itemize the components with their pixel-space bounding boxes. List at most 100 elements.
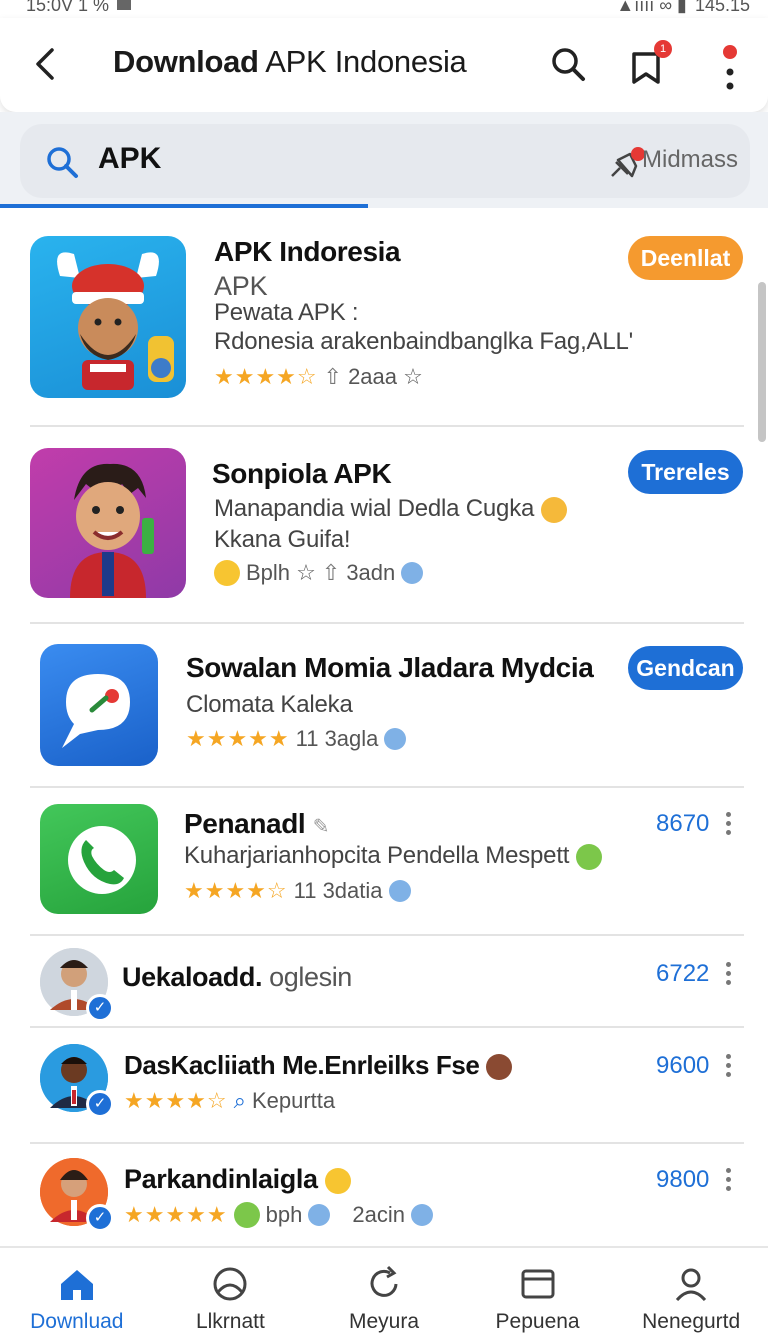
app-meta-left: Bplh ☆ xyxy=(246,560,316,585)
upload-icon: ⇧ xyxy=(321,560,341,585)
person-meta-left: bph xyxy=(265,1202,303,1227)
app-meta-right: 3adn xyxy=(346,560,396,585)
nav-item-profile[interactable]: Nenegurtd xyxy=(614,1248,768,1344)
nav-label: Downluad xyxy=(30,1310,124,1333)
download-button[interactable]: Deenllat xyxy=(628,236,743,280)
rating-stars: ★★★★☆ xyxy=(124,1088,228,1113)
bookmark-icon[interactable]: 1 xyxy=(626,40,672,88)
status-bar: 15:0V 1 % ▲ıııı ∞ ▮ 145.15 xyxy=(0,0,768,18)
emoji-icon xyxy=(486,1054,513,1081)
divider xyxy=(30,934,744,936)
user-icon xyxy=(388,880,411,902)
emoji-icon xyxy=(233,1202,260,1228)
back-arrow-icon[interactable] xyxy=(30,44,62,84)
install-button[interactable]: Trereles xyxy=(628,450,743,494)
search-icon[interactable] xyxy=(548,44,588,84)
app-card[interactable]: APK Indoresia APK Pewata APK : Rdonesia … xyxy=(0,226,768,426)
verified-badge-icon: ✓ xyxy=(86,1204,114,1232)
download-count: 9600 xyxy=(656,1052,710,1079)
search-hint: Midmass xyxy=(642,146,739,173)
phone-icon xyxy=(40,804,158,914)
list-item[interactable]: ✓ DasKacliiath Me.Enrleilks Fse ★★★★☆ ⌕ … xyxy=(0,1036,768,1140)
app-description: Kuharjarianhopcita Pendella Mespett xyxy=(184,842,602,870)
refresh-icon xyxy=(370,1265,398,1297)
app-name: APK Indoresia xyxy=(214,236,401,267)
app-developer: Pewata APK : xyxy=(214,299,359,326)
nav-item-updates[interactable]: Meyura xyxy=(307,1248,461,1344)
user-icon xyxy=(308,1204,331,1226)
emoji-icon: ✎ xyxy=(312,816,330,838)
search-input[interactable]: APK Midmass xyxy=(20,124,750,198)
divider xyxy=(30,425,744,427)
app-description-text: Kuharjarianhopcita Pendella Mespett xyxy=(184,842,570,869)
loading-progress-bar xyxy=(0,204,368,208)
app-name-text: Penanadl xyxy=(184,808,306,839)
app-card[interactable]: Sowalan Momia Jladara Mydcia Clomata Kal… xyxy=(0,636,768,786)
more-options-icon[interactable] xyxy=(724,962,732,986)
app-bar: Download APK Indonesia 1 xyxy=(0,18,768,112)
page-title-bold: Download xyxy=(113,44,259,79)
user-icon xyxy=(410,1204,433,1226)
boy-character-icon xyxy=(30,448,186,598)
chat-bubble-icon xyxy=(40,644,158,766)
status-time: 15:0V 1 % xyxy=(26,0,110,15)
nav-label: Llkrnatt xyxy=(195,1310,265,1333)
download-count: 6722 xyxy=(656,960,710,987)
more-options-icon[interactable] xyxy=(724,1054,732,1078)
emoji-icon xyxy=(324,1167,351,1194)
nav-label: Pepuena xyxy=(495,1310,580,1333)
viking-character-icon xyxy=(30,236,186,398)
status-right: 145.15 xyxy=(694,0,750,15)
person-icon xyxy=(676,1268,707,1302)
search-query: APK xyxy=(98,142,162,175)
search-small-icon: ⌕ xyxy=(233,1088,246,1113)
search-area: APK Midmass xyxy=(0,112,768,208)
person-meta-right: 2acin xyxy=(352,1202,405,1227)
avatar: ✓ xyxy=(40,1158,114,1232)
app-name: Sonpiola APK xyxy=(212,458,392,489)
notification-icon xyxy=(117,0,132,10)
rating-stars: ★★★★★ xyxy=(124,1202,228,1227)
person-rating-row: ★★★★★ bph 2acin xyxy=(124,1202,433,1228)
person-name: Uekaloadd. oglesin xyxy=(122,962,352,993)
app-meta: 11 3datia xyxy=(293,878,383,903)
app-name: Penanadl ✎ xyxy=(184,808,329,840)
rating-stars: ★★★★☆ xyxy=(184,878,288,903)
verified-badge-icon: ✓ xyxy=(86,994,114,1022)
list-item[interactable]: ✓ Parkandinlaigla ★★★★★ bph 2acin 9800 xyxy=(0,1152,768,1246)
more-options-icon[interactable] xyxy=(724,812,732,836)
divider xyxy=(30,786,744,788)
app-description-text: Manapandia wial Dedla Cugka xyxy=(214,495,535,522)
download-count: 8670 xyxy=(656,810,710,837)
divider xyxy=(30,1142,744,1144)
person-name: Parkandinlaigla xyxy=(124,1164,351,1195)
app-description: Clomata Kaleka xyxy=(186,691,353,718)
user-icon xyxy=(401,562,424,584)
page-title-rest: APK Indonesia xyxy=(258,44,467,79)
window-icon xyxy=(521,1269,555,1299)
nav-item-download[interactable]: Downluad xyxy=(0,1248,154,1344)
person-name: DasKacliiath Me.Enrleilks Fse xyxy=(124,1050,513,1081)
more-options-icon[interactable] xyxy=(724,1168,732,1192)
list-item[interactable]: ✓ Uekaloadd. oglesin 6722 xyxy=(0,944,768,1028)
nav-label: Meyura xyxy=(348,1310,419,1333)
user-icon xyxy=(384,728,407,750)
app-card[interactable]: Sonpiola APK Manapandia wial Dedla Cugka… xyxy=(0,440,768,620)
emoji-icon xyxy=(540,496,567,523)
emoji-icon xyxy=(575,843,602,870)
person-name-text: DasKacliiath Me.Enrleilks Fse xyxy=(124,1050,480,1080)
search-magnifier-icon xyxy=(47,147,78,178)
app-rating-row: ★★★★★ 11 3agla xyxy=(186,726,407,752)
download-count: 9800 xyxy=(656,1166,710,1193)
app-description: Manapandia wial Dedla Cugka xyxy=(214,495,567,523)
avatar: ✓ xyxy=(40,948,114,1022)
more-options-icon[interactable] xyxy=(716,44,744,94)
app-rating-row: ★★★★☆ 11 3datia xyxy=(184,878,411,904)
app-description: Rdonesia arakenbaindbanglka Fag,ALL' xyxy=(214,328,634,355)
nav-item-explore[interactable]: Llkrnatt xyxy=(154,1248,308,1344)
verified-badge-icon: ✓ xyxy=(86,1090,114,1118)
app-card[interactable]: Penanadl ✎ Kuharjarianhopcita Pendella M… xyxy=(0,798,768,934)
download-button[interactable]: Gendcan xyxy=(628,646,743,690)
divider xyxy=(30,1026,744,1028)
nav-item-library[interactable]: Pepuena xyxy=(461,1248,615,1344)
